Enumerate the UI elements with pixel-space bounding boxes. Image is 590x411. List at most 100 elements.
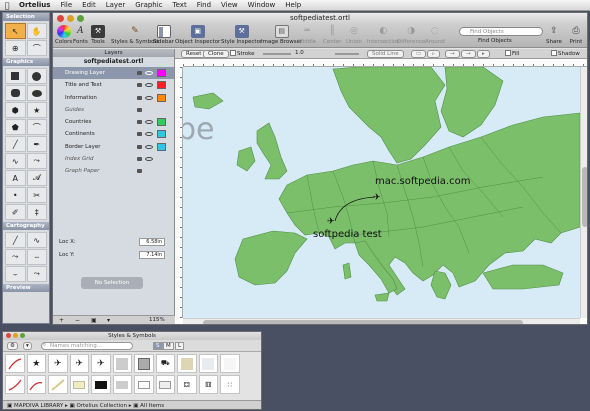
symbol-cell[interactable] [134,354,154,373]
border-tool-icon[interactable]: ┄ [26,249,47,265]
line-style-select[interactable]: Solid Line [367,50,404,58]
hand-tool-icon[interactable]: ✋ [26,23,47,39]
menu-view[interactable]: View [216,1,243,9]
symbol-cell[interactable]: ✈ [69,354,89,373]
sidebar-button[interactable]: Sidebar [153,25,174,45]
shadow-checkbox[interactable] [551,50,557,56]
symbol-search-input[interactable]: Names matching... [41,342,133,350]
union-button[interactable]: ◎ Union [346,25,362,46]
symbol-cell[interactable] [220,354,240,373]
curved-text-tool-icon[interactable]: 𝓐 [26,170,47,186]
fonts-button[interactable]: A Fonts [73,25,88,46]
layer-row[interactable]: Title and Text [53,79,174,91]
menu-ortelius[interactable]: Ortelius [14,1,55,9]
folder-icon[interactable]: ▣ [91,317,97,324]
hexagon-tool-icon[interactable]: ⬢ [5,102,26,118]
eye-icon[interactable] [145,157,153,162]
layer-color-swatch[interactable] [157,81,166,90]
lock-icon[interactable] [137,120,142,125]
lasso-tool-icon[interactable]: ⌒ [26,40,47,56]
layer-menu-icon[interactable]: ▾ [107,317,110,324]
line-tool-icon[interactable]: ╱ [5,136,26,152]
fill-toggle[interactable]: Fill [505,50,519,58]
layer-row[interactable]: Graph Paper [53,165,174,177]
menu-help[interactable]: Help [280,1,306,9]
symbol-cell[interactable] [26,375,46,394]
eye-icon[interactable] [145,71,153,75]
symbol-cell[interactable] [91,375,111,394]
palette-section-cartography[interactable]: Cartography [3,222,49,230]
symbol-cell[interactable] [134,375,154,394]
menu-edit[interactable]: Edit [77,1,101,9]
arrow-tool-icon[interactable]: ↖ [5,23,26,39]
line-cap-button[interactable]: ▭ [411,50,427,58]
symbol-cell[interactable]: ⚃ [177,375,197,394]
pen-tool-icon[interactable]: ✒ [26,136,47,152]
shadow-toggle[interactable]: Shadow [551,50,580,58]
layer-row[interactable]: Information [53,92,174,104]
object-inspector-button[interactable]: ▣ Object Inspector [175,25,220,45]
layer-color-swatch[interactable] [157,118,166,127]
arc-tool-icon[interactable]: ⌒ [26,119,47,135]
symbol-cell[interactable] [177,354,197,373]
layer-color-swatch[interactable] [157,130,166,139]
loc-x-field[interactable]: 6.58in [139,238,165,246]
eye-icon[interactable] [145,144,153,149]
center-button[interactable]: ║ Center [323,25,342,46]
layer-row[interactable]: Guides [53,104,174,116]
rounded-rect-tool-icon[interactable] [5,85,26,101]
layer-row[interactable]: Drawing Layer [53,67,174,80]
menu-file[interactable]: File [55,1,77,9]
menu-window[interactable]: Window [243,1,281,9]
line-end-button[interactable]: → [461,50,476,58]
symbol-cell[interactable] [48,375,68,394]
stroke-checkbox[interactable] [230,50,236,56]
layer-row[interactable]: Border Layer [53,141,174,153]
bezier-tool-icon[interactable]: ⤳ [26,153,47,169]
symbol-cell[interactable]: ✈ [91,354,111,373]
stroke-dash-slider[interactable] [335,53,359,55]
horizontal-scrollbar[interactable] [183,318,580,324]
europe-map[interactable]: pe [183,67,580,318]
path-tool-icon[interactable]: ⤳ [26,266,47,282]
rail-tool-icon[interactable]: ⨪ [5,266,26,282]
zoom-panel-icon[interactable] [20,333,25,338]
tools-button[interactable]: ⚒ Tools [91,25,105,45]
oval-tool-icon[interactable] [26,85,47,101]
style-inspector-button[interactable]: ⚒ Style Inspector [221,25,262,45]
breadcrumb-library[interactable]: MAPDIVA LIBRARY [14,403,63,409]
symbol-cell[interactable] [5,375,25,394]
minimize-panel-icon[interactable] [13,333,18,338]
zoom-in-tool-icon[interactable]: ⊕ [5,40,26,56]
lock-icon[interactable] [137,95,142,100]
symbol-menu-icon[interactable]: ▾ [23,342,32,350]
stroke-width-slider[interactable] [263,53,291,55]
symbol-cell[interactable]: ✈ [48,354,68,373]
palette-section-preview[interactable]: Preview [3,284,49,292]
layer-color-swatch[interactable] [157,93,166,102]
loc-y-field[interactable]: 7.14in [139,251,165,259]
river-tool-icon[interactable]: ∿ [26,232,47,248]
road-tool-icon[interactable]: ╱ [5,232,26,248]
layer-color-swatch[interactable] [157,142,166,151]
line-arrow-button[interactable]: → [445,50,460,58]
difference-button[interactable]: ◑ Difference [397,25,425,46]
symbol-cell[interactable]: ⚅ [198,375,218,394]
colors-button[interactable]: Colors [55,25,72,45]
image-browser-button[interactable]: ▤ Image Browser [261,25,302,45]
layer-row[interactable]: Index Grid [53,153,174,165]
remove-layer-icon[interactable]: − [75,317,80,324]
scissors-tool-icon[interactable]: ✂ [26,187,47,203]
lock-icon[interactable] [137,107,142,112]
vertical-scroll-thumb[interactable] [582,167,587,227]
breadcrumb-collection[interactable]: Ortelius Collection [76,403,127,409]
size-small-button[interactable]: S [153,342,163,350]
middle-button[interactable]: ═ Middle [298,25,316,46]
eye-icon[interactable] [145,132,153,137]
eye-icon[interactable] [145,120,153,125]
menu-text[interactable]: Text [168,1,192,9]
symbol-cell[interactable] [5,354,25,373]
circle-tool-icon[interactable] [26,68,47,84]
pin-tool-icon[interactable]: ‡ [26,204,47,220]
symbol-cell[interactable] [112,375,132,394]
